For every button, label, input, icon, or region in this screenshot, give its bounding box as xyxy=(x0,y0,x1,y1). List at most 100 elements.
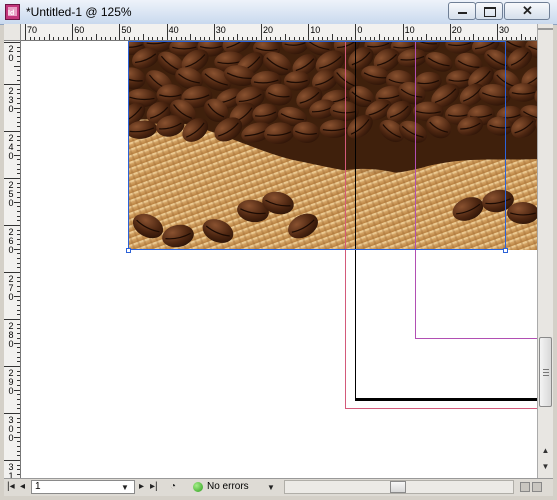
h-ruler-tick xyxy=(515,37,517,40)
frame-handle-bottom-left[interactable] xyxy=(126,248,131,253)
last-page-icon[interactable]: ▸| xyxy=(150,481,158,492)
h-ruler-tick xyxy=(62,37,64,40)
page-number-field[interactable]: 1 xyxy=(31,480,135,494)
h-ruler-tick xyxy=(463,37,465,40)
v-ruler-tick xyxy=(14,201,20,203)
h-ruler-label: 30 xyxy=(499,25,510,35)
v-ruler-tick xyxy=(14,436,20,438)
h-ruler-tick xyxy=(473,34,475,40)
next-page-icon[interactable]: ▸ xyxy=(139,481,144,492)
h-ruler-tick xyxy=(180,37,182,40)
h-ruler-tick xyxy=(331,34,333,40)
h-ruler-tick xyxy=(237,34,239,40)
view-toggle-icon[interactable] xyxy=(520,482,530,492)
preflight-status[interactable]: No errors xyxy=(207,481,249,492)
horizontal-scrollbar[interactable] xyxy=(284,480,514,494)
h-ruler-tick xyxy=(336,37,338,40)
scroll-splitter[interactable] xyxy=(538,28,553,30)
v-ruler-tick xyxy=(17,337,20,339)
v-ruler-tick xyxy=(17,253,20,255)
h-ruler-tick xyxy=(105,37,107,40)
v-ruler-tick xyxy=(17,469,20,471)
h-ruler-label: 40 xyxy=(168,25,179,35)
v-ruler-tick xyxy=(17,140,20,142)
h-ruler-tick xyxy=(327,37,329,40)
document-title: *Untitled-1 @ 125% xyxy=(26,5,132,19)
view-toggle-icon-2[interactable] xyxy=(532,482,542,492)
indesign-app-icon[interactable]: Id xyxy=(5,4,20,20)
indesign-document-window: Id *Untitled-1 @ 125% ✕ 70 60 50 40 30 20 10 0 1… xyxy=(0,0,557,500)
grip-line xyxy=(543,375,549,376)
v-ruler-tick xyxy=(17,455,20,457)
vertical-ruler[interactable]: 20 230 240 250 260 270 280 290 300 31 xyxy=(4,41,21,478)
h-ruler-tick xyxy=(204,37,206,40)
document-canvas[interactable] xyxy=(21,41,537,478)
v-ruler-tick xyxy=(17,60,20,62)
h-ruler-tick xyxy=(133,37,135,40)
v-ruler-tick xyxy=(17,281,20,283)
pink-guide-vertical xyxy=(345,41,346,409)
h-ruler-tick xyxy=(303,37,305,40)
v-ruler-tick xyxy=(17,328,20,330)
v-ruler-tick xyxy=(4,131,20,132)
h-ruler-tick xyxy=(100,37,102,40)
h-ruler-label: 60 xyxy=(74,25,85,35)
h-ruler-tick xyxy=(76,37,78,40)
coffee-beans-illustration xyxy=(128,41,537,250)
h-ruler-tick xyxy=(176,37,178,40)
h-ruler-tick xyxy=(393,37,395,40)
v-ruler-tick xyxy=(17,135,20,137)
scroll-down-arrow-icon[interactable]: ▼ xyxy=(538,460,553,474)
v-ruler-tick xyxy=(14,154,20,156)
horizontal-scroll-thumb[interactable] xyxy=(390,481,406,493)
frame-handle-bottom-right[interactable] xyxy=(503,248,508,253)
h-ruler-tick xyxy=(445,37,447,40)
v-ruler-tick xyxy=(17,234,20,236)
previous-page-icon[interactable]: ◂ xyxy=(20,481,25,492)
v-ruler-label: 280 xyxy=(8,321,14,349)
h-ruler-tick xyxy=(497,24,498,40)
v-ruler-tick xyxy=(17,361,20,363)
vertical-scroll-thumb[interactable] xyxy=(539,337,552,407)
h-ruler-tick xyxy=(128,37,130,40)
h-ruler-tick xyxy=(374,37,376,40)
preflight-status-icon xyxy=(193,482,203,492)
h-ruler-tick xyxy=(58,37,60,40)
close-button[interactable]: ✕ xyxy=(504,2,550,20)
h-ruler-tick xyxy=(355,24,357,40)
v-ruler-tick xyxy=(17,450,20,452)
h-ruler-tick xyxy=(246,37,248,40)
horizontal-ruler[interactable]: 70 60 50 40 30 20 10 0 10 20 30 xyxy=(21,24,537,41)
h-ruler-tick xyxy=(86,37,88,40)
ruler-origin-corner[interactable] xyxy=(4,24,21,41)
v-ruler-tick xyxy=(17,70,20,72)
minimize-button[interactable] xyxy=(448,2,476,20)
v-ruler-tick xyxy=(17,304,20,306)
h-ruler-tick xyxy=(223,37,225,40)
h-ruler-tick xyxy=(232,37,234,40)
vertical-scrollbar[interactable]: ▲ ▼ xyxy=(537,24,553,478)
v-ruler-tick xyxy=(17,116,20,118)
maximize-button[interactable] xyxy=(475,2,503,20)
h-ruler-tick xyxy=(294,37,296,40)
v-ruler-tick xyxy=(17,56,20,58)
v-ruler-tick xyxy=(17,398,20,400)
coffee-beans-image[interactable] xyxy=(128,41,537,250)
first-page-icon[interactable]: |◂ xyxy=(7,481,15,492)
preflight-menu-icon[interactable]: ◔ xyxy=(170,481,176,492)
h-ruler-tick xyxy=(412,37,414,40)
h-ruler-tick xyxy=(421,37,423,40)
v-ruler-tick xyxy=(17,196,20,198)
v-ruler-label: 20 xyxy=(8,44,14,63)
preflight-dropdown-arrow-icon[interactable]: ▼ xyxy=(267,483,275,492)
h-ruler-tick xyxy=(143,34,144,40)
v-ruler-tick xyxy=(14,389,20,391)
v-ruler-tick xyxy=(4,460,20,461)
title-bar[interactable]: Id *Untitled-1 @ 125% ✕ xyxy=(0,0,557,25)
close-icon: ✕ xyxy=(522,3,533,18)
h-ruler-tick xyxy=(416,37,418,40)
scroll-up-arrow-icon[interactable]: ▲ xyxy=(538,444,553,458)
page-dropdown-arrow-icon[interactable]: ▼ xyxy=(121,483,129,492)
h-ruler-tick xyxy=(369,37,371,40)
h-ruler-tick xyxy=(72,24,74,40)
